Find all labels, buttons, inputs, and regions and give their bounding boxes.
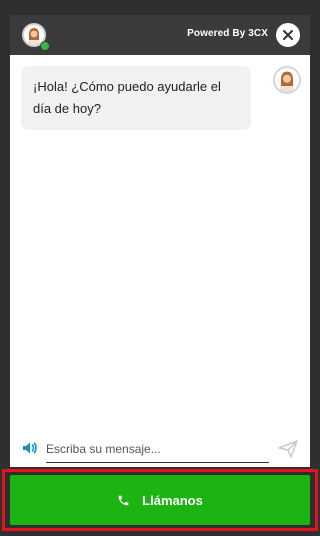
close-icon	[283, 30, 293, 40]
call-button-label: Llámanos	[142, 492, 203, 508]
speaker-icon[interactable]	[22, 440, 38, 461]
send-icon[interactable]	[278, 440, 298, 463]
call-us-button[interactable]: Llámanos	[10, 475, 310, 525]
message-avatar	[273, 66, 301, 94]
message-input[interactable]	[46, 436, 269, 463]
phone-icon	[117, 494, 130, 507]
message-composer	[10, 430, 310, 466]
agent-message-bubble: ¡Hola! ¿Cómo puedo ayudarle el día de ho…	[21, 66, 251, 130]
chat-messages-area[interactable]: ¡Hola! ¿Cómo puedo ayudarle el día de ho…	[10, 55, 310, 467]
chat-header: Powered By 3CX	[10, 15, 310, 55]
agent-avatar-icon	[279, 71, 295, 92]
online-status-dot	[40, 41, 50, 51]
close-button[interactable]	[276, 23, 300, 47]
powered-by-label: Powered By 3CX	[187, 28, 268, 39]
